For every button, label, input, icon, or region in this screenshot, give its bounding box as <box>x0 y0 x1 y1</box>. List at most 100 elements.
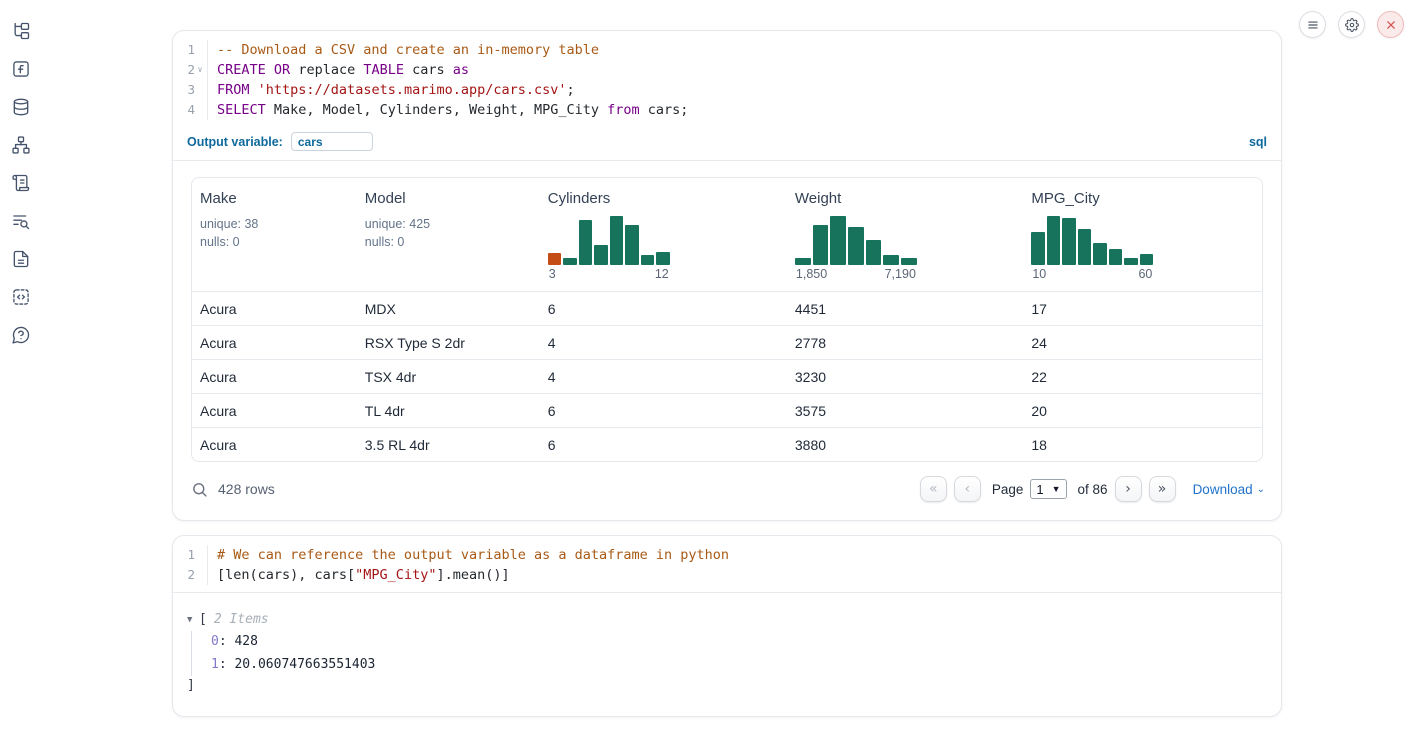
table-cell: 4451 <box>787 292 1023 325</box>
close-button[interactable] <box>1377 11 1404 38</box>
column-header[interactable]: MPG_City1060 <box>1023 178 1262 291</box>
chevron-down-icon: ⌄ <box>1257 484 1265 495</box>
table-row[interactable]: AcuraRSX Type S 2dr4277824 <box>192 325 1262 359</box>
histogram-bar <box>1124 258 1138 265</box>
page-total-label: of 86 <box>1078 482 1108 497</box>
tree-collapse-icon[interactable]: ▼ <box>187 609 199 631</box>
tree-entry: 1: 20.060747663551403 <box>211 654 1263 677</box>
sql-cell: 1-- Download a CSV and create an in-memo… <box>172 30 1282 521</box>
histogram-bar <box>901 258 917 265</box>
entry-colon: : <box>219 634 235 649</box>
functions-icon[interactable] <box>10 58 32 80</box>
code-line: 1# We can reference the output variable … <box>173 545 1281 565</box>
code-line-text: FROM 'https://datasets.marimo.app/cars.c… <box>207 80 575 100</box>
pagination: « ‹ Page 1 ▼ of 86 › » Download ⌄ <box>920 476 1265 502</box>
code-token: as <box>453 62 469 78</box>
histogram-bar <box>848 227 864 265</box>
language-badge[interactable]: sql <box>1249 135 1267 149</box>
histogram-bars <box>795 213 917 265</box>
next-page-button[interactable]: › <box>1115 476 1142 502</box>
line-number: 2∨ <box>173 60 207 80</box>
file-tree-icon[interactable] <box>10 20 32 42</box>
download-button[interactable]: Download ⌄ <box>1193 482 1265 497</box>
code-token: TABLE <box>363 62 404 78</box>
code-token: # We can reference the output variable a… <box>217 547 729 563</box>
hamburger-icon <box>1306 18 1320 32</box>
page-select[interactable]: 1 ▼ <box>1030 479 1066 499</box>
settings-button[interactable] <box>1338 11 1365 38</box>
table-row[interactable]: AcuraMDX6445117 <box>192 291 1262 325</box>
documentation-icon[interactable] <box>10 248 32 270</box>
histogram-bar <box>795 258 811 265</box>
output-variable-input[interactable] <box>291 132 373 151</box>
histogram-axis-labels: 312 <box>548 265 670 281</box>
code-line: 1-- Download a CSV and create an in-memo… <box>173 40 1281 60</box>
column-title: Make <box>200 190 349 207</box>
code-line-text: [len(cars), cars["MPG_City"].mean()] <box>207 565 510 585</box>
column-title: Cylinders <box>548 190 779 207</box>
column-header[interactable]: Cylinders 312 <box>540 178 787 291</box>
line-number-text: 2 <box>187 565 195 585</box>
search-icon[interactable] <box>191 481 208 498</box>
entry-index: 1 <box>211 657 219 672</box>
scratchpad-icon[interactable] <box>10 172 32 194</box>
histogram-bar <box>625 225 639 265</box>
snippets-icon[interactable] <box>10 286 32 308</box>
sql-code-editor[interactable]: 1-- Download a CSV and create an in-memo… <box>173 31 1281 127</box>
histogram-bar <box>579 220 593 265</box>
table-cell: TL 4dr <box>357 394 540 427</box>
dependency-graph-icon[interactable] <box>10 134 32 156</box>
column-title: MPG_City <box>1031 190 1254 207</box>
code-line: 3 FROM 'https://datasets.marimo.app/cars.… <box>173 80 1281 100</box>
code-token: cars; <box>640 102 689 118</box>
column-stat-line: nulls: 0 <box>365 234 532 252</box>
fold-chevron-icon[interactable]: ∨ <box>195 60 205 80</box>
code-token <box>266 62 274 78</box>
sidebar-panel <box>0 0 42 729</box>
histogram-bar <box>1031 232 1045 265</box>
table-cell: Acura <box>192 428 357 461</box>
table-cell: 6 <box>540 428 787 461</box>
entry-value: 20.060747663551403 <box>234 657 375 672</box>
histogram-bar <box>1062 218 1076 265</box>
line-number-text: 3 <box>187 80 195 100</box>
histogram-bar <box>883 255 899 265</box>
column-header[interactable]: Modelunique: 425nulls: 0 <box>357 178 540 291</box>
histogram-bars <box>548 213 670 265</box>
code-token: OR <box>274 62 290 78</box>
code-token: FROM <box>217 82 250 98</box>
database-icon[interactable] <box>10 96 32 118</box>
last-page-button[interactable]: » <box>1149 476 1176 502</box>
entry-colon: : <box>219 657 235 672</box>
table-row[interactable]: AcuraTL 4dr6357520 <box>192 393 1262 427</box>
menu-button[interactable] <box>1299 11 1326 38</box>
first-page-button[interactable]: « <box>920 476 947 502</box>
table-cell: 24 <box>1023 326 1262 359</box>
column-histogram: 312 <box>548 213 670 281</box>
column-stat-line: unique: 38 <box>200 216 349 234</box>
code-line-text: CREATE OR replace TABLE cars as <box>207 60 469 80</box>
line-number-text: 2 <box>187 60 195 80</box>
code-line: 2 [len(cars), cars["MPG_City"].mean()] <box>173 565 1281 585</box>
column-header[interactable]: Weight 1,8507,190 <box>787 178 1023 291</box>
code-line-text: SELECT Make, Model, Cylinders, Weight, M… <box>207 100 688 120</box>
logs-search-icon[interactable] <box>10 210 32 232</box>
line-number: 3 <box>173 80 207 100</box>
table-row[interactable]: Acura3.5 RL 4dr6388018 <box>192 427 1262 461</box>
help-icon[interactable] <box>10 324 32 346</box>
prev-page-button[interactable]: ‹ <box>954 476 981 502</box>
code-line: 4 SELECT Make, Model, Cylinders, Weight, … <box>173 100 1281 120</box>
code-token: 'https://datasets.marimo.app/cars.csv' <box>258 82 567 98</box>
histogram-axis-labels: 1,8507,190 <box>795 265 917 281</box>
column-header[interactable]: Makeunique: 38nulls: 0 <box>192 178 357 291</box>
line-number: 2 <box>173 565 207 585</box>
entry-index: 0 <box>211 634 219 649</box>
line-number-text: 4 <box>187 100 195 120</box>
python-code-editor[interactable]: 1# We can reference the output variable … <box>173 536 1281 592</box>
histogram-bar <box>563 258 577 265</box>
table-row[interactable]: AcuraTSX 4dr4323022 <box>192 359 1262 393</box>
column-title: Weight <box>795 190 1015 207</box>
list-output: ▼ [ 2 Items 0: 4281: 20.060747663551403 … <box>173 593 1281 716</box>
entry-value: 428 <box>234 634 257 649</box>
table-cell: TSX 4dr <box>357 360 540 393</box>
